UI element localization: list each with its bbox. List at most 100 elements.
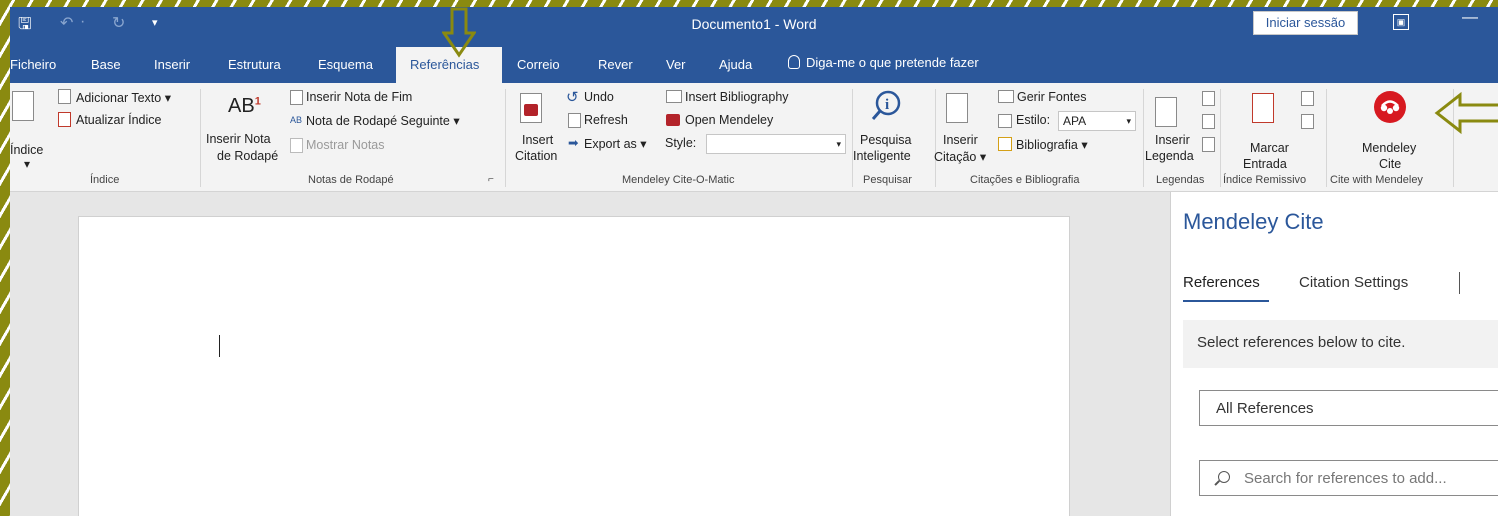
insert-caption-button-line2[interactable]: Legenda	[1145, 149, 1194, 163]
references-filter-value: All References	[1216, 400, 1314, 417]
insert-citation-button[interactable]: Insert	[522, 133, 553, 147]
tab-insert[interactable]: Inserir	[154, 57, 190, 72]
insert-citation-word-icon[interactable]	[946, 93, 968, 123]
tab-design[interactable]: Estrutura	[228, 57, 281, 72]
tab-layout[interactable]: Esquema	[318, 57, 373, 72]
mark-entry-icon[interactable]	[1252, 93, 1274, 123]
tab-file[interactable]: Ficheiro	[10, 57, 56, 72]
group-separator	[505, 89, 506, 187]
bibliography-icon	[998, 137, 1012, 151]
bibliography-button[interactable]: Bibliografia ▾	[1016, 137, 1088, 152]
export-as-button[interactable]: Export as ▾	[584, 136, 647, 151]
group-separator	[852, 89, 853, 187]
undo-button[interactable]: Undo	[584, 90, 614, 104]
text-cursor	[219, 335, 220, 357]
table-of-contents-icon[interactable]	[12, 91, 34, 121]
group-separator	[935, 89, 936, 187]
tab-home[interactable]: Base	[91, 57, 121, 72]
insert-bibliography-button[interactable]: Insert Bibliography	[685, 90, 789, 104]
insert-citation-button-line2[interactable]: Citation	[515, 149, 557, 163]
smart-lookup-button-line2[interactable]: Inteligente	[853, 149, 911, 163]
group-label-cite-with-mendeley: Cite with Mendeley	[1330, 174, 1423, 186]
insert-footnote-button[interactable]: Inserir Nota	[206, 132, 271, 146]
mendeley-cite-icon[interactable]	[1374, 91, 1406, 123]
citation-style-label: Estilo:	[1016, 113, 1051, 127]
insert-table-of-figures-icon[interactable]	[1202, 91, 1215, 106]
insert-citation-word-button-line2[interactable]: Citação ▾	[934, 149, 986, 164]
insert-citation-icon[interactable]	[520, 93, 542, 123]
group-label-citations: Citações e Bibliografia	[970, 174, 1080, 186]
next-footnote-button[interactable]: Nota de Rodapé Seguinte ▾	[306, 113, 460, 128]
add-text-button[interactable]: Adicionar Texto ▾	[76, 90, 171, 105]
references-search-input[interactable]: Search for references to add...	[1199, 460, 1498, 496]
group-label-search: Pesquisar	[863, 174, 912, 186]
mendeley-cite-button[interactable]: Mendeley	[1362, 141, 1416, 155]
mark-entry-button-line2[interactable]: Entrada	[1243, 157, 1287, 171]
style-label: Style:	[665, 136, 697, 150]
refresh-button[interactable]: Refresh	[584, 113, 628, 127]
tell-me-label: Diga-me o que pretende fazer	[806, 55, 979, 70]
next-footnote-icon: AB	[290, 115, 303, 125]
manage-sources-button[interactable]: Gerir Fontes	[1017, 90, 1086, 104]
table-of-contents-button[interactable]: Índice	[10, 143, 43, 157]
insert-endnote-icon	[290, 90, 303, 105]
footnotes-dialog-launcher-icon[interactable]: ⌐	[488, 174, 494, 185]
cross-reference-icon[interactable]	[1202, 137, 1215, 152]
tab-divider	[1459, 272, 1460, 294]
citation-style-value: APA	[1063, 114, 1087, 128]
insert-caption-icon[interactable]	[1155, 97, 1177, 127]
show-notes-icon	[290, 138, 303, 153]
table-of-contents-dropdown-icon[interactable]: ▾	[24, 157, 30, 171]
active-tab-indicator	[1183, 300, 1269, 302]
style-select[interactable]: ▾	[706, 134, 846, 154]
insert-caption-button[interactable]: Inserir	[1155, 133, 1190, 147]
magnifier-info-icon: i	[871, 90, 901, 120]
mendeley-cite-pane: Mendeley Cite References Citation Settin…	[1170, 192, 1498, 516]
references-filter-select[interactable]: All References	[1199, 390, 1498, 426]
insert-footnote-button-line2[interactable]: de Rodapé	[217, 149, 278, 163]
search-placeholder: Search for references to add...	[1244, 470, 1447, 487]
insert-endnote-button[interactable]: Inserir Nota de Fim	[306, 90, 412, 104]
group-label-toc: Índice	[90, 174, 120, 186]
svg-text:i: i	[885, 97, 889, 113]
ribbon-tab-bar: Ficheiro Base Inserir Estrutura Esquema …	[10, 43, 1498, 83]
tab-citation-settings[interactable]: Citation Settings	[1299, 274, 1408, 291]
insert-citation-word-button[interactable]: Inserir	[943, 133, 978, 147]
mark-entry-button[interactable]: Marcar	[1250, 141, 1289, 155]
open-mendeley-button[interactable]: Open Mendeley	[685, 113, 773, 127]
update-table-of-figures-icon[interactable]	[1202, 114, 1215, 129]
info-text: Select references below to cite.	[1197, 334, 1406, 351]
update-index-icon[interactable]	[1301, 114, 1314, 129]
insert-footnote-icon[interactable]: AB1	[228, 95, 261, 118]
undo-icon: ↺	[566, 89, 579, 106]
tab-references-pane[interactable]: References	[1183, 274, 1260, 291]
annotation-arrow-left-icon	[1434, 91, 1498, 135]
update-table-icon	[58, 112, 71, 127]
tell-me-search[interactable]: Diga-me o que pretende fazer	[788, 55, 979, 70]
ribbon-display-options-icon[interactable]: ▣	[1393, 14, 1409, 30]
group-separator	[1220, 89, 1221, 187]
group-label-cite-o-matic: Mendeley Cite-O-Matic	[622, 174, 735, 186]
tab-view[interactable]: Ver	[666, 57, 686, 72]
citation-style-select[interactable]: APA ▾	[1058, 111, 1136, 131]
document-page[interactable]	[78, 216, 1070, 516]
open-mendeley-icon	[666, 114, 680, 126]
title-bar: 🖫 ↶ · ↻ ▾ Documento1 - Word Iniciar sess…	[10, 7, 1498, 43]
tab-help[interactable]: Ajuda	[719, 57, 752, 72]
group-label-index: Índice Remissivo	[1223, 174, 1307, 186]
mendeley-icon	[524, 104, 538, 116]
group-separator	[1326, 89, 1327, 187]
tab-mailings[interactable]: Correio	[517, 57, 560, 72]
mendeley-cite-button-line2[interactable]: Cite	[1379, 157, 1401, 171]
tab-review[interactable]: Rever	[598, 57, 633, 72]
insert-index-icon[interactable]	[1301, 91, 1314, 106]
smart-lookup-button[interactable]: Pesquisa	[860, 133, 911, 147]
smart-lookup-icon[interactable]: i	[870, 90, 901, 120]
export-icon: ➡	[568, 136, 579, 150]
minimize-button[interactable]: —	[1462, 9, 1478, 27]
search-icon	[1218, 471, 1230, 483]
sign-in-button[interactable]: Iniciar sessão	[1253, 11, 1358, 35]
pane-title: Mendeley Cite	[1183, 209, 1324, 234]
group-separator	[1143, 89, 1144, 187]
update-table-button[interactable]: Atualizar Índice	[76, 113, 161, 127]
